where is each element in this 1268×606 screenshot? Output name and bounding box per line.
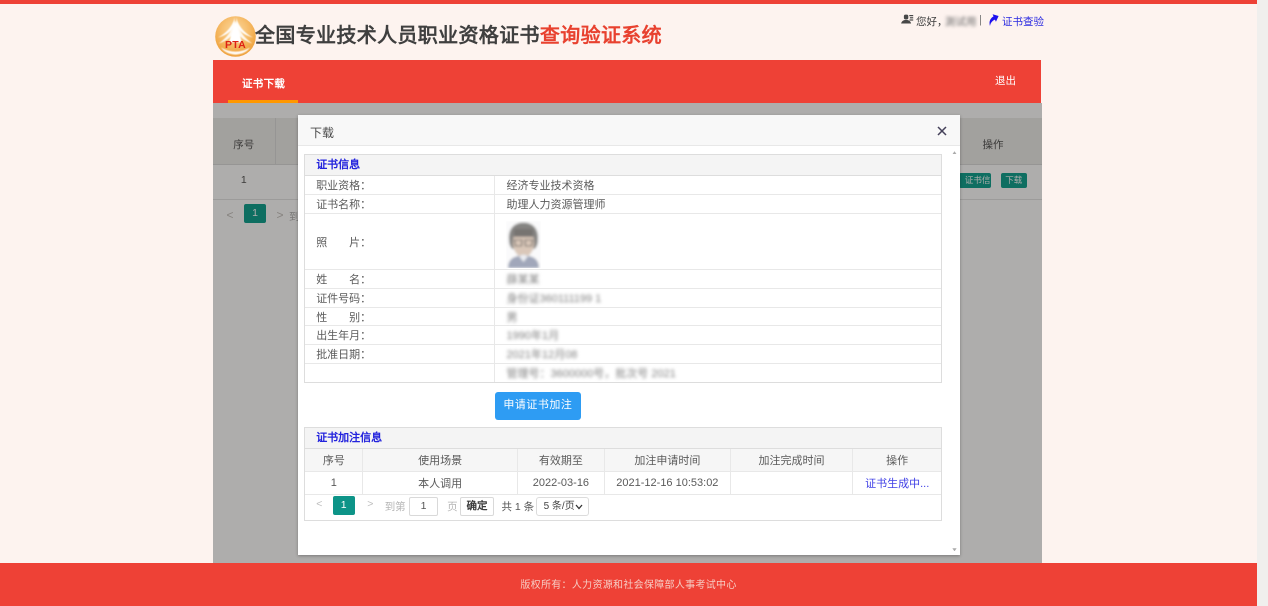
svg-text:PTA: PTA xyxy=(225,39,246,51)
